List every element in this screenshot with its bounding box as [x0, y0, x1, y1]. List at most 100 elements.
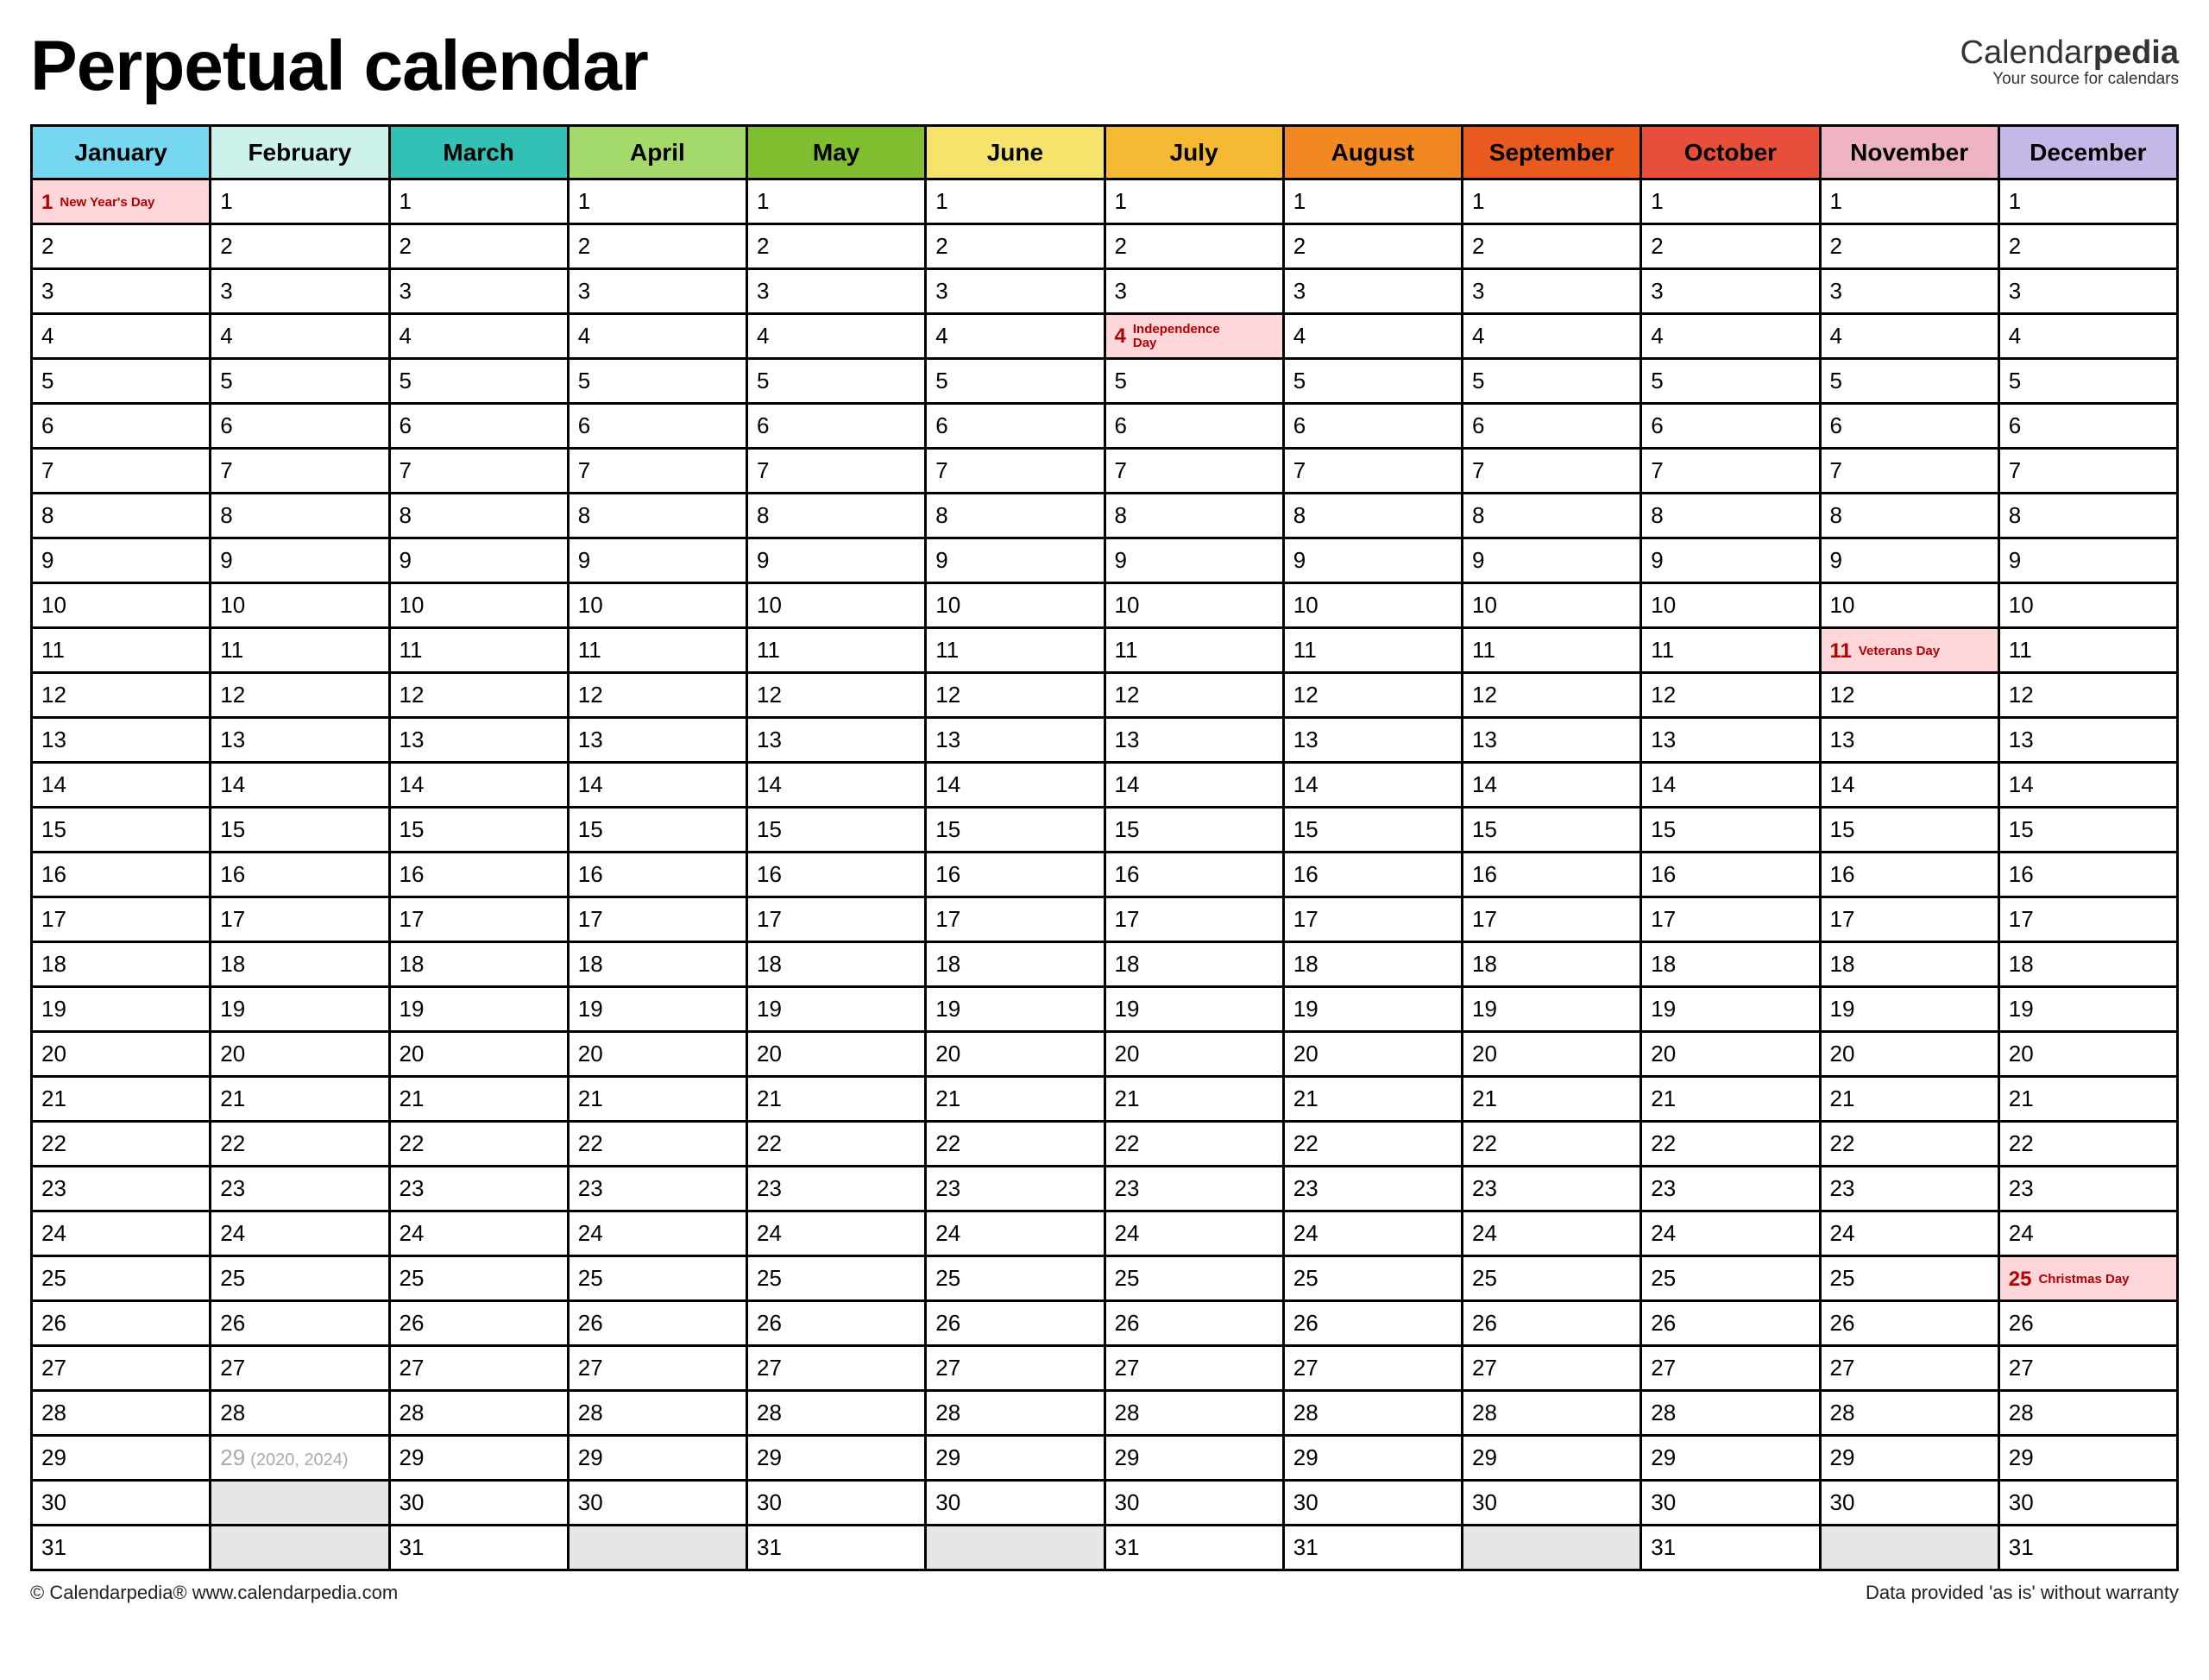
table-row: 171717171717171717171717: [32, 897, 2178, 942]
day-cell: 7: [926, 449, 1104, 494]
day-cell: 21: [1820, 1077, 1998, 1122]
day-cell: 1: [211, 179, 389, 224]
day-cell: 26: [32, 1301, 211, 1346]
day-cell: 21: [1998, 1077, 2177, 1122]
day-cell: 5: [1463, 359, 1641, 404]
day-cell: 16: [1463, 853, 1641, 897]
day-cell: 8: [211, 494, 389, 538]
day-cell: 25: [747, 1256, 926, 1301]
day-cell: 15: [747, 808, 926, 853]
day-cell: 11: [568, 628, 746, 673]
day-cell: 10: [747, 583, 926, 628]
holiday-label: Independence Day: [1133, 323, 1237, 350]
day-cell: 21: [389, 1077, 568, 1122]
day-cell: 22: [926, 1122, 1104, 1167]
table-row: 191919191919191919191919: [32, 987, 2178, 1032]
day-cell: 7: [211, 449, 389, 494]
day-cell: 14: [568, 763, 746, 808]
day-cell: 18: [1998, 942, 2177, 987]
day-cell: 18: [568, 942, 746, 987]
day-cell: 9: [211, 538, 389, 583]
day-cell: 4: [1998, 314, 2177, 359]
day-cell: 12: [1820, 673, 1998, 718]
table-row: 555555555555: [32, 359, 2178, 404]
day-cell: 7: [1820, 449, 1998, 494]
day-cell: 26: [1104, 1301, 1283, 1346]
day-cell: 11: [211, 628, 389, 673]
day-cell: 16: [1104, 853, 1283, 897]
day-cell: 30: [1998, 1481, 2177, 1526]
day-cell: 24: [1641, 1211, 1820, 1256]
day-cell: 9: [1641, 538, 1820, 583]
day-cell: 26: [926, 1301, 1104, 1346]
day-cell: 13: [1998, 718, 2177, 763]
day-cell: 21: [1641, 1077, 1820, 1122]
day-cell: 4: [568, 314, 746, 359]
day-cell: 6: [1283, 404, 1462, 449]
day-cell: 17: [211, 897, 389, 942]
day-cell: 10: [1283, 583, 1462, 628]
day-cell: 24: [568, 1211, 746, 1256]
day-cell: 24: [926, 1211, 1104, 1256]
day-cell: 19: [1641, 987, 1820, 1032]
day-cell: 7: [1104, 449, 1283, 494]
day-cell: 2: [1641, 224, 1820, 269]
month-header-september: September: [1463, 126, 1641, 179]
day-cell: 21: [926, 1077, 1104, 1122]
day-cell: 27: [1998, 1346, 2177, 1391]
day-cell: 23: [1104, 1167, 1283, 1211]
day-cell: 22: [1820, 1122, 1998, 1167]
day-cell: 4: [747, 314, 926, 359]
day-cell: 14: [1104, 763, 1283, 808]
day-cell: 25: [1820, 1256, 1998, 1301]
day-cell: 6: [1998, 404, 2177, 449]
day-cell: 23: [568, 1167, 746, 1211]
day-cell: 28: [1820, 1391, 1998, 1436]
day-cell: 6: [1641, 404, 1820, 449]
day-cell: 26: [1463, 1301, 1641, 1346]
day-cell: 27: [211, 1346, 389, 1391]
day-cell: 10: [211, 583, 389, 628]
day-cell: 18: [32, 942, 211, 987]
day-cell: 9: [1283, 538, 1462, 583]
day-cell: 20: [389, 1032, 568, 1077]
day-cell: 19: [211, 987, 389, 1032]
footer-left: © Calendarpedia® www.calendarpedia.com: [30, 1582, 398, 1604]
day-cell: 10: [32, 583, 211, 628]
day-cell: 31: [32, 1526, 211, 1570]
day-cell: 23: [1283, 1167, 1462, 1211]
day-cell: 30: [1641, 1481, 1820, 1526]
day-cell: 23: [1998, 1167, 2177, 1211]
day-cell: 1: [747, 179, 926, 224]
day-cell: 27: [1104, 1346, 1283, 1391]
day-cell: 20: [1641, 1032, 1820, 1077]
table-row: 888888888888: [32, 494, 2178, 538]
day-cell: 29: [389, 1436, 568, 1481]
day-cell: 11: [1104, 628, 1283, 673]
day-cell: 8: [1463, 494, 1641, 538]
day-cell: 13: [32, 718, 211, 763]
day-cell: 8: [1104, 494, 1283, 538]
day-cell: 12: [926, 673, 1104, 718]
day-cell: 3: [1463, 269, 1641, 314]
day-cell: 24: [1283, 1211, 1462, 1256]
table-row: 1111111111111111111111Veterans Day11: [32, 628, 2178, 673]
day-cell: 6: [389, 404, 568, 449]
day-cell: 5: [1820, 359, 1998, 404]
day-cell: 13: [1641, 718, 1820, 763]
day-cell: 9: [568, 538, 746, 583]
day-cell: 22: [1283, 1122, 1462, 1167]
day-cell: 28: [211, 1391, 389, 1436]
day-cell: 13: [1283, 718, 1462, 763]
day-cell: 7: [568, 449, 746, 494]
day-cell: 15: [1283, 808, 1462, 853]
day-cell: 4Independence Day: [1104, 314, 1283, 359]
brand-block: Calendarpedia Your source for calendars: [1960, 35, 2179, 89]
table-row: 181818181818181818181818: [32, 942, 2178, 987]
day-cell: 12: [1463, 673, 1641, 718]
day-cell: 27: [1820, 1346, 1998, 1391]
table-row: 777777777777: [32, 449, 2178, 494]
day-cell: 8: [1998, 494, 2177, 538]
day-cell: 10: [1641, 583, 1820, 628]
day-cell: 2: [568, 224, 746, 269]
